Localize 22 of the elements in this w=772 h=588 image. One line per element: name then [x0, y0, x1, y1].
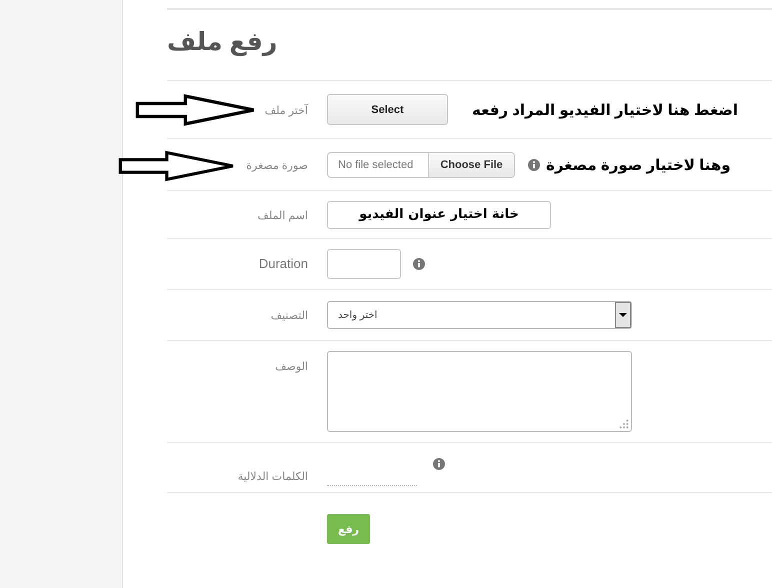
choose-file-button[interactable]: Choose File: [429, 152, 514, 176]
info-icon[interactable]: [433, 458, 445, 470]
field-label: صورة مصغرة: [246, 160, 308, 172]
duration-field[interactable]: [327, 249, 401, 279]
field-label: Duration: [258, 256, 308, 271]
caret-icon: [615, 302, 631, 328]
page-title: رفع ملف: [167, 27, 278, 58]
field-label: آختر ملف: [264, 104, 308, 116]
info-icon[interactable]: [528, 158, 540, 170]
description-field[interactable]: [327, 351, 632, 432]
file-input[interactable]: No file selected Choose File: [327, 152, 515, 178]
select-button[interactable]: Select: [327, 94, 448, 125]
input-field[interactable]: خانة اختيار عنوان الفيديو: [327, 200, 551, 228]
info-icon[interactable]: [413, 258, 425, 270]
field-label: التصنيف: [270, 310, 308, 322]
category-dropdown[interactable]: اختر واحد: [327, 301, 632, 329]
field-label: اسم الملف: [258, 210, 308, 222]
field-label: الوصف: [275, 361, 308, 373]
resize-grip-icon: [619, 419, 629, 429]
annotation-text: وهنا لاختيار صورة مصغرة: [546, 156, 731, 174]
annotation-text: اضغط هنا لاختيار الفيديو المراد رفعه: [472, 100, 738, 118]
field-label: الكلمات الدلالية: [238, 470, 308, 482]
